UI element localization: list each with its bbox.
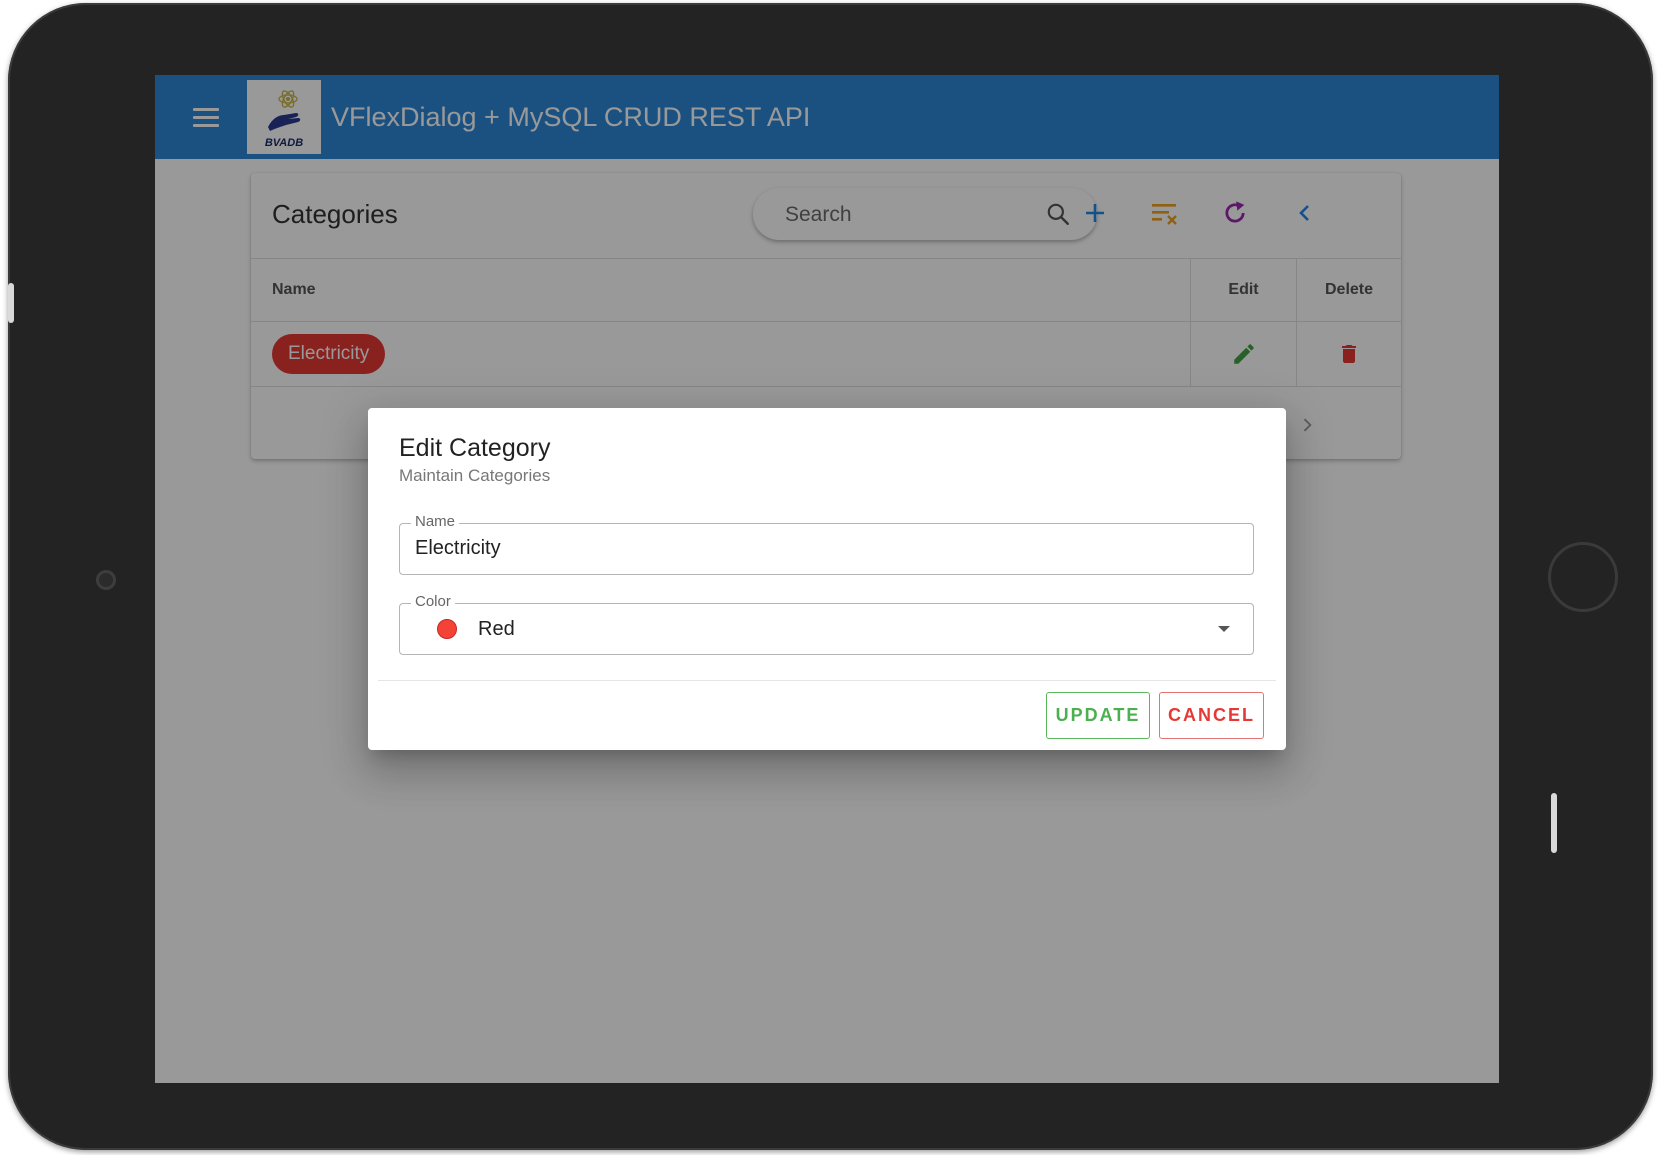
camera-icon: [96, 570, 116, 590]
side-button: [1551, 793, 1557, 853]
color-select-value: Red: [478, 618, 515, 640]
update-button[interactable]: UPDATE: [1046, 692, 1150, 739]
color-field-label: Color: [411, 593, 455, 611]
color-field[interactable]: Color Red: [399, 593, 1254, 655]
dialog-divider: [378, 680, 1276, 681]
cancel-button[interactable]: CANCEL: [1159, 692, 1264, 739]
home-button[interactable]: [1548, 542, 1618, 612]
name-field: Name: [399, 513, 1254, 575]
app-screen: BVADB VFlexDialog + MySQL CRUD REST API …: [155, 75, 1499, 1083]
dialog-title: Edit Category: [399, 434, 551, 462]
side-button: [8, 283, 14, 323]
name-field-label: Name: [411, 513, 460, 531]
dropdown-arrow-icon[interactable]: [1217, 624, 1231, 634]
edit-category-dialog: Edit Category Maintain Categories Name C…: [368, 408, 1286, 750]
name-input[interactable]: [415, 537, 1215, 560]
dialog-subtitle: Maintain Categories: [399, 466, 551, 485]
color-swatch: [437, 619, 457, 639]
